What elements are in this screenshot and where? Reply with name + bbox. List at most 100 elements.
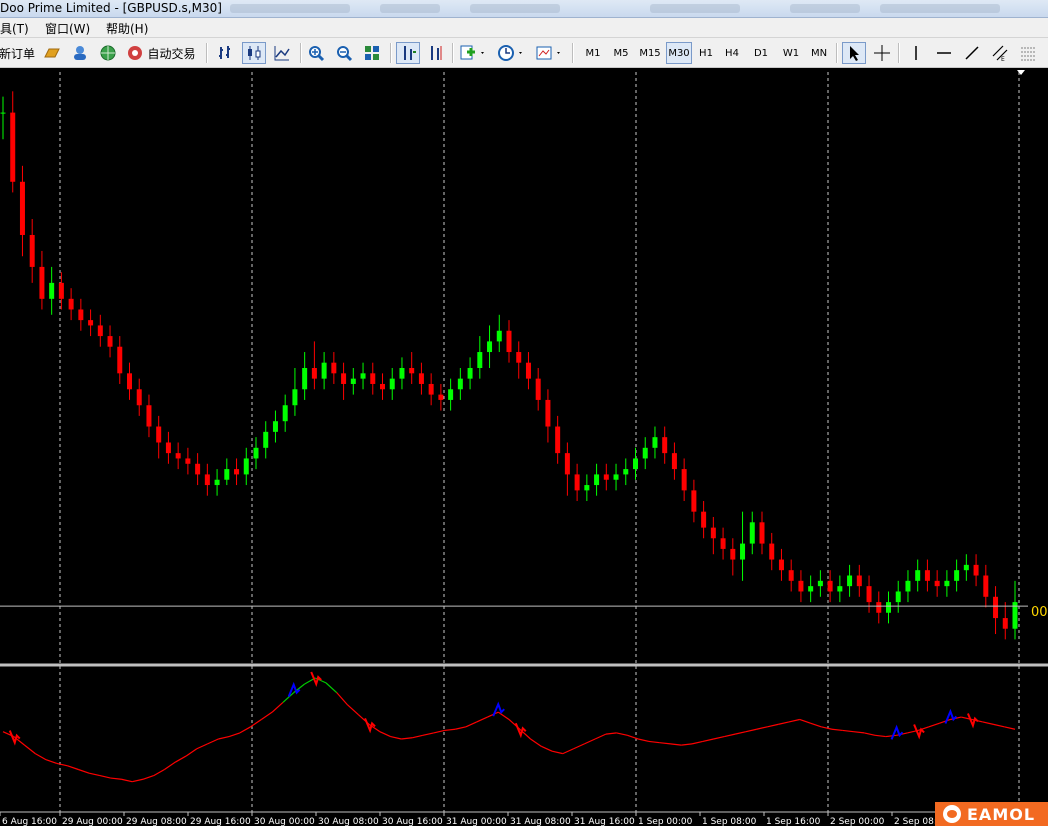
candle-body bbox=[633, 458, 638, 470]
separator bbox=[300, 43, 302, 63]
globe-icon[interactable] bbox=[96, 42, 120, 64]
candle-body bbox=[740, 543, 746, 560]
time-tick-label: 29 Aug 00:00 bbox=[62, 817, 123, 826]
candle-body bbox=[876, 602, 882, 613]
timeframe-h1[interactable]: H1 bbox=[694, 42, 718, 64]
time-tick-label: 1 Sep 16:00 bbox=[766, 817, 821, 826]
crosshair-icon[interactable] bbox=[870, 42, 894, 64]
candle-body bbox=[467, 368, 473, 379]
candle-body bbox=[253, 447, 259, 459]
timeframe-w1[interactable]: W1 bbox=[778, 42, 804, 64]
new-order-button[interactable]: 新订单 bbox=[0, 42, 35, 64]
candle-body bbox=[574, 474, 580, 491]
blurred-tab bbox=[880, 4, 1000, 13]
candle-body bbox=[954, 570, 960, 581]
timeframe-h4[interactable]: H4 bbox=[720, 42, 744, 64]
candle-body bbox=[331, 362, 337, 374]
fibonacci-icon[interactable] bbox=[1016, 42, 1040, 64]
blurred-tab bbox=[230, 4, 350, 13]
price-chart[interactable]: 00 6 Aug 16:00 29 Aug 00:00 29 Aug 08:00 29 … bbox=[0, 68, 1048, 826]
cursor-icon[interactable] bbox=[842, 42, 866, 64]
vertical-line-icon[interactable] bbox=[904, 42, 928, 64]
blurred-tab bbox=[790, 4, 860, 13]
time-tick-label: 31 Aug 08:00 bbox=[510, 817, 571, 826]
timeframe-m15[interactable]: M15 bbox=[636, 42, 664, 64]
zoom-in-icon[interactable] bbox=[304, 42, 328, 64]
candle-body bbox=[292, 389, 298, 406]
candle-body bbox=[934, 580, 940, 587]
candle-body bbox=[350, 378, 356, 384]
timeframe-m1[interactable]: M1 bbox=[580, 42, 606, 64]
svg-text:E: E bbox=[1001, 56, 1005, 62]
separator bbox=[572, 43, 574, 63]
candlestick-icon[interactable] bbox=[242, 42, 266, 64]
indicators-dropdown[interactable] bbox=[456, 42, 490, 64]
candle-body bbox=[516, 352, 522, 363]
templates-dropdown[interactable] bbox=[532, 42, 566, 64]
periods-dropdown[interactable] bbox=[494, 42, 528, 64]
candle-body bbox=[418, 373, 424, 384]
menu-tools[interactable]: 具(T) bbox=[0, 20, 29, 37]
candle-body bbox=[146, 405, 152, 427]
timeframe-m30[interactable]: M30 bbox=[666, 42, 692, 64]
candle-body bbox=[175, 453, 181, 459]
tile-windows-icon[interactable] bbox=[360, 42, 384, 64]
candle-body bbox=[915, 570, 921, 581]
candle-body bbox=[798, 580, 804, 592]
auto-scroll-icon[interactable] bbox=[396, 42, 420, 64]
candle-body bbox=[594, 474, 600, 486]
candle-body bbox=[185, 458, 191, 464]
menu-window[interactable]: 窗口(W) bbox=[45, 20, 90, 37]
timeframe-d1[interactable]: D1 bbox=[748, 42, 774, 64]
candle-body bbox=[156, 426, 162, 443]
time-tick-label: 31 Aug 16:00 bbox=[574, 817, 635, 826]
chart-shift-icon[interactable] bbox=[424, 42, 448, 64]
line-chart-icon[interactable] bbox=[270, 42, 294, 64]
candle-body bbox=[623, 469, 629, 475]
trendline-icon[interactable] bbox=[960, 42, 984, 64]
candle-body bbox=[438, 394, 444, 400]
candle-body bbox=[272, 421, 278, 432]
candle-body bbox=[29, 234, 35, 267]
candle-body bbox=[720, 538, 726, 549]
candle-body bbox=[224, 469, 230, 480]
price-label: 00 bbox=[1031, 605, 1048, 620]
candle-body bbox=[341, 373, 347, 384]
horizontal-line-icon[interactable] bbox=[932, 42, 956, 64]
candle-body bbox=[613, 474, 619, 480]
candle-body bbox=[827, 580, 833, 592]
candle-body bbox=[195, 463, 201, 475]
candle-body bbox=[545, 399, 551, 427]
bar-chart-icon[interactable] bbox=[214, 42, 238, 64]
time-tick-label: 2 Sep 00:00 bbox=[830, 817, 885, 826]
autotrade-button[interactable]: 自动交易 bbox=[124, 42, 198, 64]
candle-body bbox=[944, 580, 950, 587]
candle-body bbox=[88, 320, 94, 326]
candle-body bbox=[681, 469, 687, 491]
users-icon[interactable] bbox=[68, 42, 92, 64]
zoom-out-icon[interactable] bbox=[332, 42, 356, 64]
candle-body bbox=[525, 362, 531, 379]
candle-body bbox=[555, 426, 561, 454]
menu-help[interactable]: 帮助(H) bbox=[106, 20, 148, 37]
timeframe-mn[interactable]: MN bbox=[806, 42, 832, 64]
candle-body bbox=[58, 282, 64, 299]
candle-body bbox=[603, 474, 609, 480]
candle-body bbox=[963, 564, 969, 571]
candle-body bbox=[457, 378, 463, 390]
channel-icon[interactable]: E bbox=[988, 42, 1012, 64]
gold-bar-icon[interactable] bbox=[40, 42, 64, 64]
candle-body bbox=[428, 383, 434, 395]
candle-body bbox=[487, 341, 493, 353]
candle-body bbox=[311, 368, 317, 379]
timeframe-m5[interactable]: M5 bbox=[608, 42, 634, 64]
blurred-tab bbox=[380, 4, 440, 13]
time-tick-label: 29 Aug 16:00 bbox=[190, 817, 251, 826]
candle-body bbox=[993, 596, 999, 619]
eamol-watermark: EAMOL bbox=[935, 802, 1048, 826]
candle-body bbox=[39, 266, 45, 299]
candle-body bbox=[506, 330, 512, 353]
separator bbox=[390, 43, 392, 63]
candle-body bbox=[448, 389, 454, 400]
time-tick-label: 1 Sep 00:00 bbox=[638, 817, 693, 826]
